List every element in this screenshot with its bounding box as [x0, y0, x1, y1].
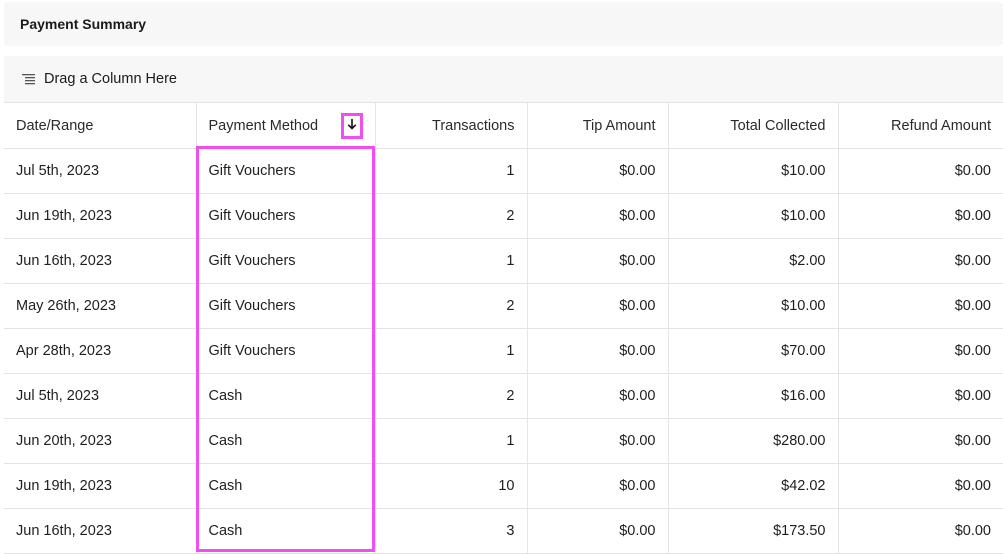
cell-transactions: 1 — [375, 148, 528, 194]
cell-refund-amount: $0.00 — [838, 463, 1003, 509]
arrow-down-icon — [347, 118, 357, 134]
cell-date: Apr 28th, 2023 — [4, 328, 197, 374]
cell-refund-amount: $0.00 — [838, 148, 1003, 194]
cell-tip-amount: $0.00 — [527, 328, 669, 374]
cell-transactions: 2 — [375, 283, 528, 329]
cell-refund-amount: $0.00 — [838, 418, 1003, 464]
table-row[interactable]: Jun 19th, 2023 Cash 10 $0.00 $42.02 $0.0… — [4, 463, 1003, 509]
cell-tip-amount: $0.00 — [527, 508, 669, 554]
column-header-transactions[interactable]: Transactions — [375, 102, 528, 149]
cell-transactions: 3 — [375, 508, 528, 554]
cell-tip-amount: $0.00 — [527, 418, 669, 464]
column-header-total-collected[interactable]: Total Collected — [668, 102, 839, 149]
table-row[interactable]: Jul 5th, 2023 Gift Vouchers 1 $0.00 $10.… — [4, 148, 1003, 194]
column-header-transactions-label: Transactions — [432, 117, 515, 134]
column-header-total-collected-label: Total Collected — [730, 117, 826, 134]
cell-payment-method: Cash — [196, 508, 376, 554]
group-drop-label: Drag a Column Here — [44, 71, 177, 87]
column-header-payment-method-label: Payment Method — [208, 117, 319, 134]
column-header-date-label: Date/Range — [16, 117, 94, 134]
cell-total-collected: $10.00 — [668, 283, 839, 329]
cell-refund-amount: $0.00 — [838, 238, 1003, 284]
cell-refund-amount: $0.00 — [838, 193, 1003, 239]
cell-date: Jun 16th, 2023 — [4, 238, 197, 284]
cell-transactions: 10 — [375, 463, 528, 509]
table-row[interactable]: Jun 20th, 2023 Cash 1 $0.00 $280.00 $0.0… — [4, 418, 1003, 464]
cell-payment-method: Cash — [196, 463, 376, 509]
table-row[interactable]: Jun 16th, 2023 Cash 3 $0.00 $173.50 $0.0… — [4, 508, 1003, 554]
cell-tip-amount: $0.00 — [527, 373, 669, 419]
cell-payment-method: Cash — [196, 418, 376, 464]
cell-tip-amount: $0.00 — [527, 283, 669, 329]
cell-refund-amount: $0.00 — [838, 328, 1003, 374]
cell-transactions: 1 — [375, 418, 528, 464]
cell-total-collected: $70.00 — [668, 328, 839, 374]
column-header-refund-amount-label: Refund Amount — [891, 117, 991, 134]
cell-total-collected: $10.00 — [668, 148, 839, 194]
cell-tip-amount: $0.00 — [527, 238, 669, 284]
cell-refund-amount: $0.00 — [838, 283, 1003, 329]
cell-total-collected: $2.00 — [668, 238, 839, 284]
cell-total-collected: $10.00 — [668, 193, 839, 239]
column-header-tip-amount-label: Tip Amount — [582, 117, 656, 134]
cell-total-collected: $16.00 — [668, 373, 839, 419]
cell-tip-amount: $0.00 — [527, 463, 669, 509]
drag-group-icon — [22, 73, 36, 85]
panel-title: Payment Summary — [20, 16, 147, 32]
column-header-date[interactable]: Date/Range — [4, 102, 197, 149]
cell-transactions: 1 — [375, 238, 528, 284]
cell-refund-amount: $0.00 — [838, 508, 1003, 554]
cell-date: May 26th, 2023 — [4, 283, 197, 329]
cell-payment-method: Cash — [196, 373, 376, 419]
table-row[interactable]: May 26th, 2023 Gift Vouchers 2 $0.00 $10… — [4, 283, 1003, 329]
cell-date: Jul 5th, 2023 — [4, 373, 197, 419]
cell-date: Jul 5th, 2023 — [4, 148, 197, 194]
cell-tip-amount: $0.00 — [527, 193, 669, 239]
cell-total-collected: $173.50 — [668, 508, 839, 554]
payment-grid: Date/Range Payment Method Transactions T… — [4, 102, 1003, 554]
cell-payment-method: Gift Vouchers — [196, 283, 376, 329]
cell-date: Jun 19th, 2023 — [4, 463, 197, 509]
header-row: Date/Range Payment Method Transactions T… — [4, 102, 1003, 149]
cell-payment-method: Gift Vouchers — [196, 193, 376, 239]
cell-payment-method: Gift Vouchers — [196, 328, 376, 374]
cell-date: Jun 16th, 2023 — [4, 508, 197, 554]
sort-descending-button[interactable] — [340, 112, 363, 139]
cell-refund-amount: $0.00 — [838, 373, 1003, 419]
column-header-refund-amount[interactable]: Refund Amount — [838, 102, 1003, 149]
group-drop-zone[interactable]: Drag a Column Here — [4, 56, 1003, 102]
cell-date: Jun 19th, 2023 — [4, 193, 197, 239]
table-row[interactable]: Jul 5th, 2023 Cash 2 $0.00 $16.00 $0.00 — [4, 373, 1003, 419]
cell-tip-amount: $0.00 — [527, 148, 669, 194]
table-row[interactable]: Apr 28th, 2023 Gift Vouchers 1 $0.00 $70… — [4, 328, 1003, 374]
cell-date: Jun 20th, 2023 — [4, 418, 197, 464]
cell-total-collected: $42.02 — [668, 463, 839, 509]
cell-transactions: 2 — [375, 373, 528, 419]
cell-transactions: 1 — [375, 328, 528, 374]
cell-payment-method: Gift Vouchers — [196, 238, 376, 284]
column-header-tip-amount[interactable]: Tip Amount — [527, 102, 669, 149]
table-row[interactable]: Jun 16th, 2023 Gift Vouchers 1 $0.00 $2.… — [4, 238, 1003, 284]
cell-payment-method: Gift Vouchers — [196, 148, 376, 194]
column-header-payment-method[interactable]: Payment Method — [196, 102, 376, 149]
table-row[interactable]: Jun 19th, 2023 Gift Vouchers 2 $0.00 $10… — [4, 193, 1003, 239]
cell-total-collected: $280.00 — [668, 418, 839, 464]
cell-transactions: 2 — [375, 193, 528, 239]
panel-header: Payment Summary — [4, 2, 1003, 46]
